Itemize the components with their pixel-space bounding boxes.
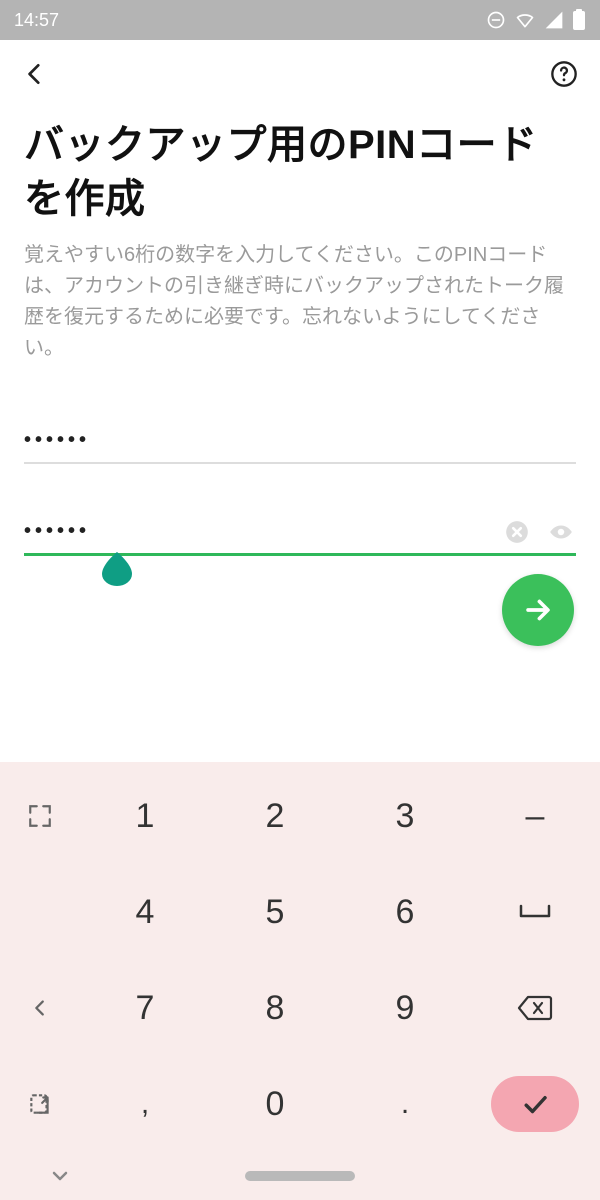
page-description: 覚えやすい6桁の数字を入力してください。このPINコードは、アカウントの引き継ぎ…: [24, 240, 576, 364]
submit-button[interactable]: [502, 574, 574, 646]
key-6[interactable]: 6: [340, 864, 470, 960]
key-9[interactable]: 9: [340, 960, 470, 1056]
pin-confirm-input[interactable]: ••••••: [24, 510, 576, 556]
chevron-left-icon: [22, 61, 48, 87]
clear-icon[interactable]: [504, 519, 530, 545]
numeric-keyboard: 1 2 3 – 4 5 6 7 8 9 , 0 .: [0, 762, 600, 1200]
key-backspace[interactable]: [470, 960, 600, 1056]
check-icon: [520, 1089, 550, 1119]
key-enter[interactable]: [470, 1056, 600, 1152]
status-bar: 14:57: [0, 0, 600, 40]
key-1[interactable]: 1: [80, 768, 210, 864]
battery-icon: [572, 9, 586, 31]
keyboard-hide-button[interactable]: [48, 1164, 72, 1188]
space-icon: [518, 902, 552, 922]
key-5[interactable]: 5: [210, 864, 340, 960]
pin-fields: •••••• ••••••: [24, 418, 576, 556]
keyboard-collapse-button[interactable]: [0, 960, 80, 1056]
page-title: バックアップ用のPINコードを作成: [24, 118, 576, 226]
top-bar: [0, 40, 600, 98]
nav-handle[interactable]: [245, 1171, 355, 1181]
key-8[interactable]: 8: [210, 960, 340, 1056]
pin-confirm-value: ••••••: [24, 520, 90, 543]
caret-handle-icon[interactable]: [102, 552, 132, 586]
pin-input-value: ••••••: [24, 429, 90, 452]
key-0[interactable]: 0: [210, 1056, 340, 1152]
keyboard-clipboard-button[interactable]: [0, 1056, 80, 1152]
system-nav-bar: [0, 1152, 600, 1200]
status-time: 14:57: [14, 10, 59, 31]
backspace-icon: [517, 994, 553, 1022]
wifi-icon: [514, 10, 536, 30]
expand-icon: [27, 803, 53, 829]
chevron-down-icon: [48, 1164, 72, 1188]
chevron-left-small-icon: [29, 997, 51, 1019]
key-3[interactable]: 3: [340, 768, 470, 864]
clipboard-icon: [27, 1091, 53, 1117]
key-4[interactable]: 4: [80, 864, 210, 960]
keyboard-side-blank-1: [0, 864, 80, 960]
pin-input[interactable]: ••••••: [24, 418, 576, 464]
key-comma[interactable]: ,: [80, 1056, 210, 1152]
key-space[interactable]: [470, 864, 600, 960]
back-button[interactable]: [22, 61, 48, 87]
arrow-right-icon: [521, 593, 555, 627]
key-7[interactable]: 7: [80, 960, 210, 1056]
do-not-disturb-icon: [486, 10, 506, 30]
main-content: バックアップ用のPINコードを作成 覚えやすい6桁の数字を入力してください。この…: [0, 98, 600, 556]
help-button[interactable]: [550, 60, 578, 88]
key-2[interactable]: 2: [210, 768, 340, 864]
help-icon: [550, 60, 578, 88]
key-dash[interactable]: –: [470, 768, 600, 864]
visibility-icon[interactable]: [546, 519, 576, 545]
signal-icon: [544, 10, 564, 30]
status-icons: [486, 9, 586, 31]
key-period[interactable]: .: [340, 1056, 470, 1152]
keyboard-expand-button[interactable]: [0, 768, 80, 864]
